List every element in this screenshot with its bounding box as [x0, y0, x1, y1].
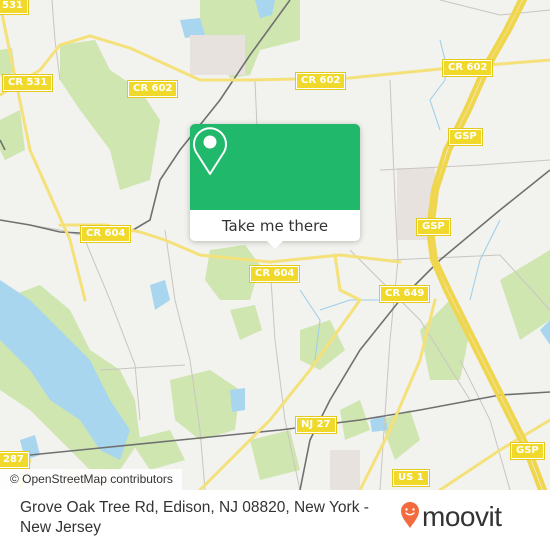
popup-header[interactable]	[190, 124, 360, 210]
moovit-logo[interactable]: moovit	[400, 501, 502, 533]
road-label-cr604-west: CR 604	[79, 225, 132, 243]
footer: Grove Oak Tree Rd, Edison, NJ 08820, New…	[0, 490, 550, 550]
moovit-pin-icon	[400, 501, 420, 533]
road-label-cr602-mid: CR 602	[294, 72, 347, 90]
address-text: Grove Oak Tree Rd, Edison, NJ 08820, New…	[20, 499, 369, 536]
road-label-cr649: CR 649	[378, 285, 431, 303]
road-label-gsp-north: GSP	[448, 128, 483, 146]
road-label-cr531: CR 531	[1, 74, 54, 92]
road-label-gsp-mid: GSP	[416, 218, 451, 236]
road-label-gsp-south: GSP	[510, 442, 545, 460]
map-attribution[interactable]: © OpenStreetMap contributors	[0, 469, 182, 490]
map-view[interactable]: 531 CR 531 CR 602 CR 602 CR 602 GSP GSP …	[0, 0, 550, 490]
moovit-wordmark: moovit	[422, 501, 502, 532]
take-me-there-button[interactable]: Take me there	[190, 210, 360, 241]
destination-popup[interactable]: Take me there	[190, 124, 360, 249]
road-label-287: 287	[0, 451, 30, 469]
road-label-cr604-center: CR 604	[248, 265, 301, 283]
road-label-us1: US 1	[392, 469, 430, 487]
road-label-cr602-west: CR 602	[126, 80, 179, 98]
popup-tail	[267, 241, 283, 249]
road-label-cr602-east: CR 602	[441, 59, 494, 77]
road-label-nj27: NJ 27	[295, 416, 337, 434]
road-label-cr531-top: 531	[0, 0, 29, 15]
